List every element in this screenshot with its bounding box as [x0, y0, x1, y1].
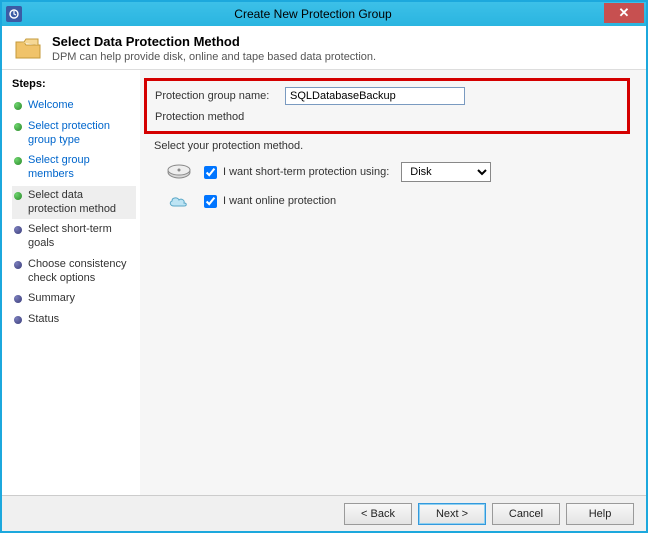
highlighted-region: Protection group name: Protection method [144, 78, 630, 134]
group-name-input[interactable] [285, 87, 465, 105]
app-icon [6, 6, 22, 22]
wizard-main-panel: Protection group name: Protection method… [140, 70, 646, 495]
steps-title: Steps: [12, 78, 136, 90]
step-label: Choose consistency check options [28, 258, 134, 286]
next-button[interactable]: Next > [418, 503, 486, 525]
wizard-steps-sidebar: Steps: Welcome Select protection group ty… [2, 70, 140, 495]
step-bullet-icon [14, 316, 22, 324]
protection-method-label: Protection method [155, 111, 619, 123]
titlebar: Create New Protection Group ✕ [2, 2, 646, 26]
short-term-checkbox-label[interactable]: I want short-term protection using: [204, 166, 389, 179]
online-label-text: I want online protection [223, 195, 336, 207]
wizard-step[interactable]: Select group members [12, 151, 136, 185]
short-term-row: I want short-term protection using: Disk [166, 162, 638, 182]
step-bullet-icon [14, 123, 22, 131]
online-checkbox-label[interactable]: I want online protection [204, 195, 336, 208]
page-title: Select Data Protection Method [52, 34, 376, 49]
step-bullet-icon [14, 261, 22, 269]
close-button[interactable]: ✕ [604, 3, 644, 23]
step-bullet-icon [14, 295, 22, 303]
short-term-checkbox[interactable] [204, 166, 217, 179]
step-bullet-icon [14, 157, 22, 165]
step-bullet-icon [14, 192, 22, 200]
short-term-select[interactable]: Disk [401, 162, 491, 182]
wizard-step: Select data protection method [12, 186, 136, 220]
step-label: Summary [28, 292, 75, 306]
wizard-step: Status [12, 310, 136, 330]
back-button[interactable]: < Back [344, 503, 412, 525]
folder-icon [14, 36, 42, 60]
help-button[interactable]: Help [566, 503, 634, 525]
group-name-label: Protection group name: [155, 90, 285, 102]
wizard-step[interactable]: Select protection group type [12, 117, 136, 151]
wizard-footer: < Back Next > Cancel Help [2, 495, 646, 531]
wizard-step: Choose consistency check options [12, 255, 136, 289]
short-term-label-text: I want short-term protection using: [223, 166, 389, 178]
step-label: Select data protection method [28, 189, 134, 217]
instruction-text: Select your protection method. [154, 140, 638, 152]
online-checkbox[interactable] [204, 195, 217, 208]
cloud-icon [166, 192, 192, 210]
step-bullet-icon [14, 226, 22, 234]
step-label: Select short-term goals [28, 223, 134, 251]
step-label: Select protection group type [28, 120, 134, 148]
wizard-header: Select Data Protection Method DPM can he… [2, 26, 646, 70]
step-label: Welcome [28, 99, 74, 113]
step-label: Select group members [28, 154, 134, 182]
window-title: Create New Protection Group [22, 7, 604, 21]
cancel-button[interactable]: Cancel [492, 503, 560, 525]
wizard-step: Summary [12, 289, 136, 309]
step-label: Status [28, 313, 59, 327]
step-bullet-icon [14, 102, 22, 110]
disk-icon [166, 163, 192, 181]
online-row: I want online protection [166, 192, 638, 210]
wizard-step: Select short-term goals [12, 220, 136, 254]
wizard-step[interactable]: Welcome [12, 96, 136, 116]
page-subtitle: DPM can help provide disk, online and ta… [52, 51, 376, 63]
